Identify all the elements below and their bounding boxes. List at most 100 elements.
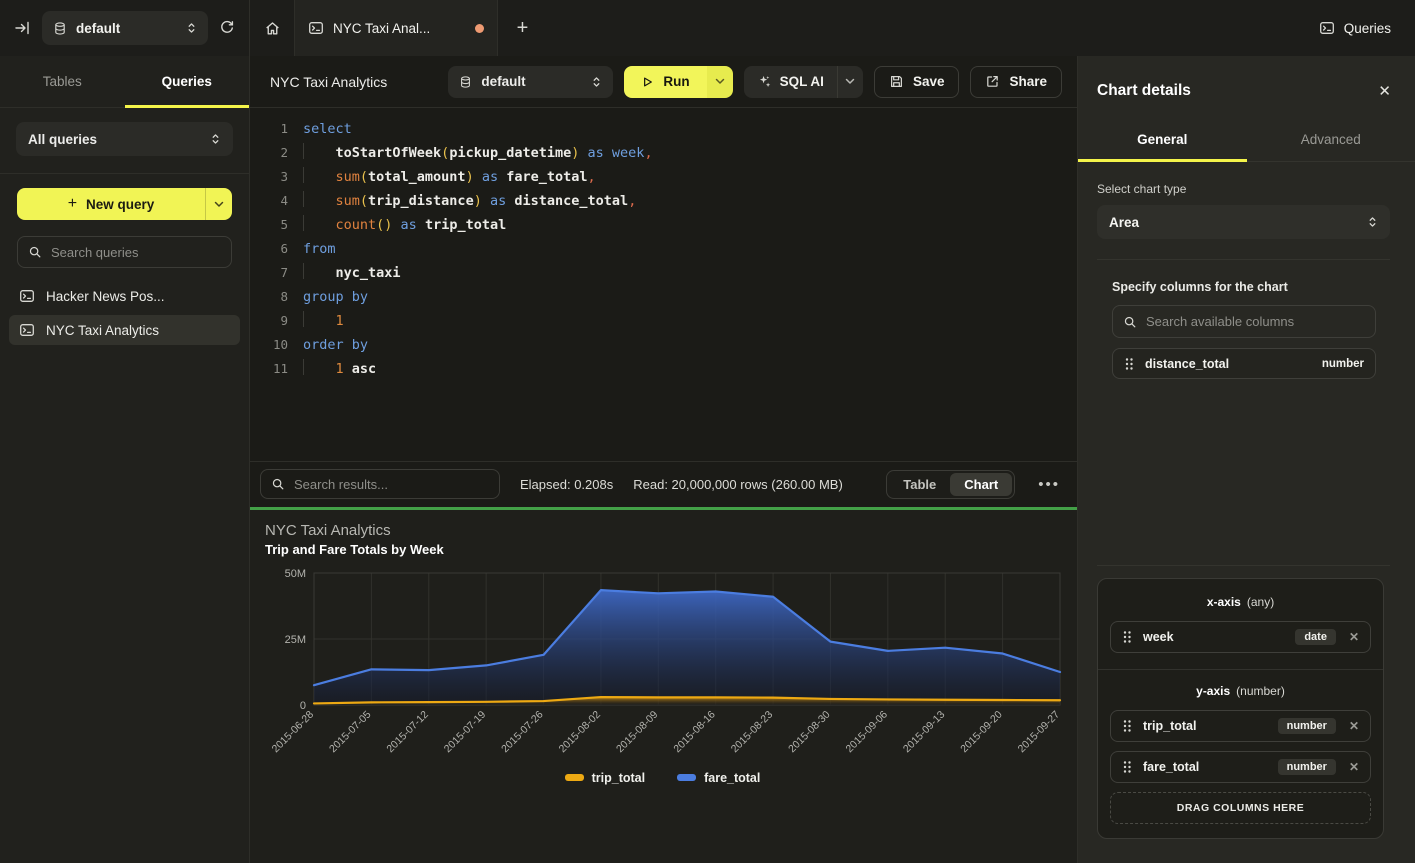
refresh-icon[interactable] [219, 20, 235, 36]
remove-column-icon[interactable]: ✕ [1347, 719, 1359, 733]
line-number: 5 [250, 213, 288, 237]
svg-text:25M: 25M [285, 634, 306, 646]
sql-ai-label: SQL AI [780, 74, 824, 89]
new-query-main[interactable]: + New query [17, 188, 205, 220]
queries-filter-select[interactable]: All queries [16, 122, 233, 156]
drag-handle-icon[interactable] [1122, 719, 1132, 733]
chart-type-select[interactable]: Area [1097, 205, 1390, 239]
x-tick-label: 2015-08-30 [786, 708, 833, 755]
run-button[interactable]: Run [624, 66, 732, 98]
code-line[interactable]: 111 asc [250, 357, 1077, 381]
chart-details-panel: Chart details ✕ General Advanced Select … [1078, 56, 1415, 863]
column-item-fare_total[interactable]: fare_totalnumber✕ [1110, 751, 1371, 783]
new-query-dropdown[interactable] [205, 188, 232, 220]
saved-query-item[interactable]: NYC Taxi Analytics [9, 315, 240, 345]
line-number: 11 [250, 357, 288, 381]
chevron-updown-icon [1367, 215, 1378, 229]
sql-ai-dropdown[interactable] [837, 66, 863, 98]
search-queries-placeholder: Search queries [51, 245, 138, 260]
console-icon [19, 288, 35, 304]
column-item-distance_total[interactable]: distance_totalnumber [1112, 348, 1376, 379]
tab-home[interactable] [250, 0, 295, 56]
remove-column-icon[interactable]: ✕ [1347, 760, 1359, 774]
view-toggle-table[interactable]: Table [889, 473, 950, 496]
save-button[interactable]: Save [874, 66, 960, 98]
chevron-updown-icon [210, 132, 221, 146]
code-line[interactable]: 91 [250, 309, 1077, 333]
view-toggle-chart[interactable]: Chart [950, 473, 1012, 496]
new-query-button[interactable]: + New query [17, 188, 232, 220]
tab-general[interactable]: General [1078, 120, 1247, 161]
drop-zone[interactable]: DRAG COLUMNS HERE [1110, 792, 1371, 824]
code-line[interactable]: 6from [250, 237, 1077, 261]
sql-editor[interactable]: 1select2toStartOfWeek(pickup_datetime) a… [250, 108, 1077, 461]
x-tick-label: 2015-07-26 [499, 708, 546, 755]
sidebar-tab-tables[interactable]: Tables [0, 56, 125, 107]
column-name: week [1143, 630, 1174, 644]
run-button-main[interactable]: Run [624, 66, 706, 98]
results-overflow-menu[interactable]: ••• [1035, 476, 1063, 493]
database-icon [459, 75, 472, 89]
new-tab-button[interactable]: + [498, 0, 547, 56]
line-number: 1 [250, 117, 288, 141]
results-toolbar: Search results... Elapsed: 0.208s Read: … [250, 461, 1077, 507]
tab-nyc-taxi-analytics[interactable]: NYC Taxi Anal... [295, 0, 498, 56]
top-bar: default NYC Taxi Anal... [0, 0, 1415, 56]
tab-strip: NYC Taxi Anal... + [250, 0, 1295, 56]
available-columns-list: distance_totalnumber [1112, 348, 1376, 379]
run-options-dropdown[interactable] [707, 66, 733, 98]
unsaved-changes-dot [475, 24, 484, 33]
y-axis-items: trip_totalnumber✕fare_totalnumber✕ [1110, 710, 1371, 783]
top-bar-right[interactable]: Queries [1295, 0, 1415, 56]
queries-label: Queries [1344, 21, 1391, 36]
sql-ai-main[interactable]: SQL AI [744, 74, 837, 89]
query-title: NYC Taxi Analytics [270, 74, 387, 90]
column-item-week[interactable]: week date ✕ [1110, 621, 1371, 653]
column-name: distance_total [1145, 357, 1229, 371]
code-line[interactable]: 8group by [250, 285, 1077, 309]
database-selector[interactable]: default [42, 11, 208, 45]
column-item-trip_total[interactable]: trip_totalnumber✕ [1110, 710, 1371, 742]
column-type: date [1295, 629, 1336, 645]
tab-advanced[interactable]: Advanced [1247, 120, 1415, 161]
console-icon [308, 20, 324, 36]
y-axis-label: y-axis [1196, 684, 1230, 698]
search-queries-input[interactable]: Search queries [17, 236, 232, 268]
search-columns-placeholder: Search available columns [1146, 314, 1294, 329]
play-icon [641, 75, 654, 89]
code-line[interactable]: 4sum(trip_distance) as distance_total, [250, 189, 1077, 213]
search-columns-input[interactable]: Search available columns [1112, 305, 1376, 338]
x-axis-hint: (any) [1247, 595, 1274, 609]
drag-handle-icon[interactable] [1122, 630, 1132, 644]
chart-type-value: Area [1109, 215, 1139, 230]
area-chart[interactable]: 025M50M2015-06-282015-07-052015-07-12201… [262, 563, 1074, 769]
run-database-selector[interactable]: default [448, 66, 613, 98]
close-icon[interactable]: ✕ [1378, 82, 1391, 100]
code-line[interactable]: 1select [250, 117, 1077, 141]
sidebar-tab-queries[interactable]: Queries [125, 56, 250, 107]
code-line[interactable]: 2toStartOfWeek(pickup_datetime) as week, [250, 141, 1077, 165]
sql-ai-button[interactable]: SQL AI [744, 66, 863, 98]
x-tick-label: 2015-07-19 [442, 708, 489, 755]
line-number: 7 [250, 261, 288, 285]
search-results-input[interactable]: Search results... [260, 469, 500, 499]
legend-swatch [565, 774, 584, 781]
x-tick-label: 2015-09-06 [843, 708, 890, 755]
code-line[interactable]: 7nyc_taxi [250, 261, 1077, 285]
drag-handle-icon[interactable] [1124, 357, 1134, 371]
chart-section: NYC Taxi Analytics Trip and Fare Totals … [250, 510, 1077, 863]
code-line[interactable]: 5count() as trip_total [250, 213, 1077, 237]
saved-query-item[interactable]: Hacker News Pos... [9, 281, 240, 311]
share-button[interactable]: Share [970, 66, 1062, 98]
remove-column-icon[interactable]: ✕ [1347, 630, 1359, 644]
code-line[interactable]: 3sum(total_amount) as fare_total, [250, 165, 1077, 189]
new-query-label: New query [86, 197, 154, 212]
legend-item-fare_total[interactable]: fare_total [677, 771, 760, 785]
collapse-sidebar-icon[interactable] [14, 20, 31, 36]
database-icon [53, 21, 67, 36]
column-type: number [1278, 718, 1336, 734]
share-label: Share [1009, 74, 1047, 89]
legend-item-trip_total[interactable]: trip_total [565, 771, 645, 785]
drag-handle-icon[interactable] [1122, 760, 1132, 774]
code-line[interactable]: 10order by [250, 333, 1077, 357]
